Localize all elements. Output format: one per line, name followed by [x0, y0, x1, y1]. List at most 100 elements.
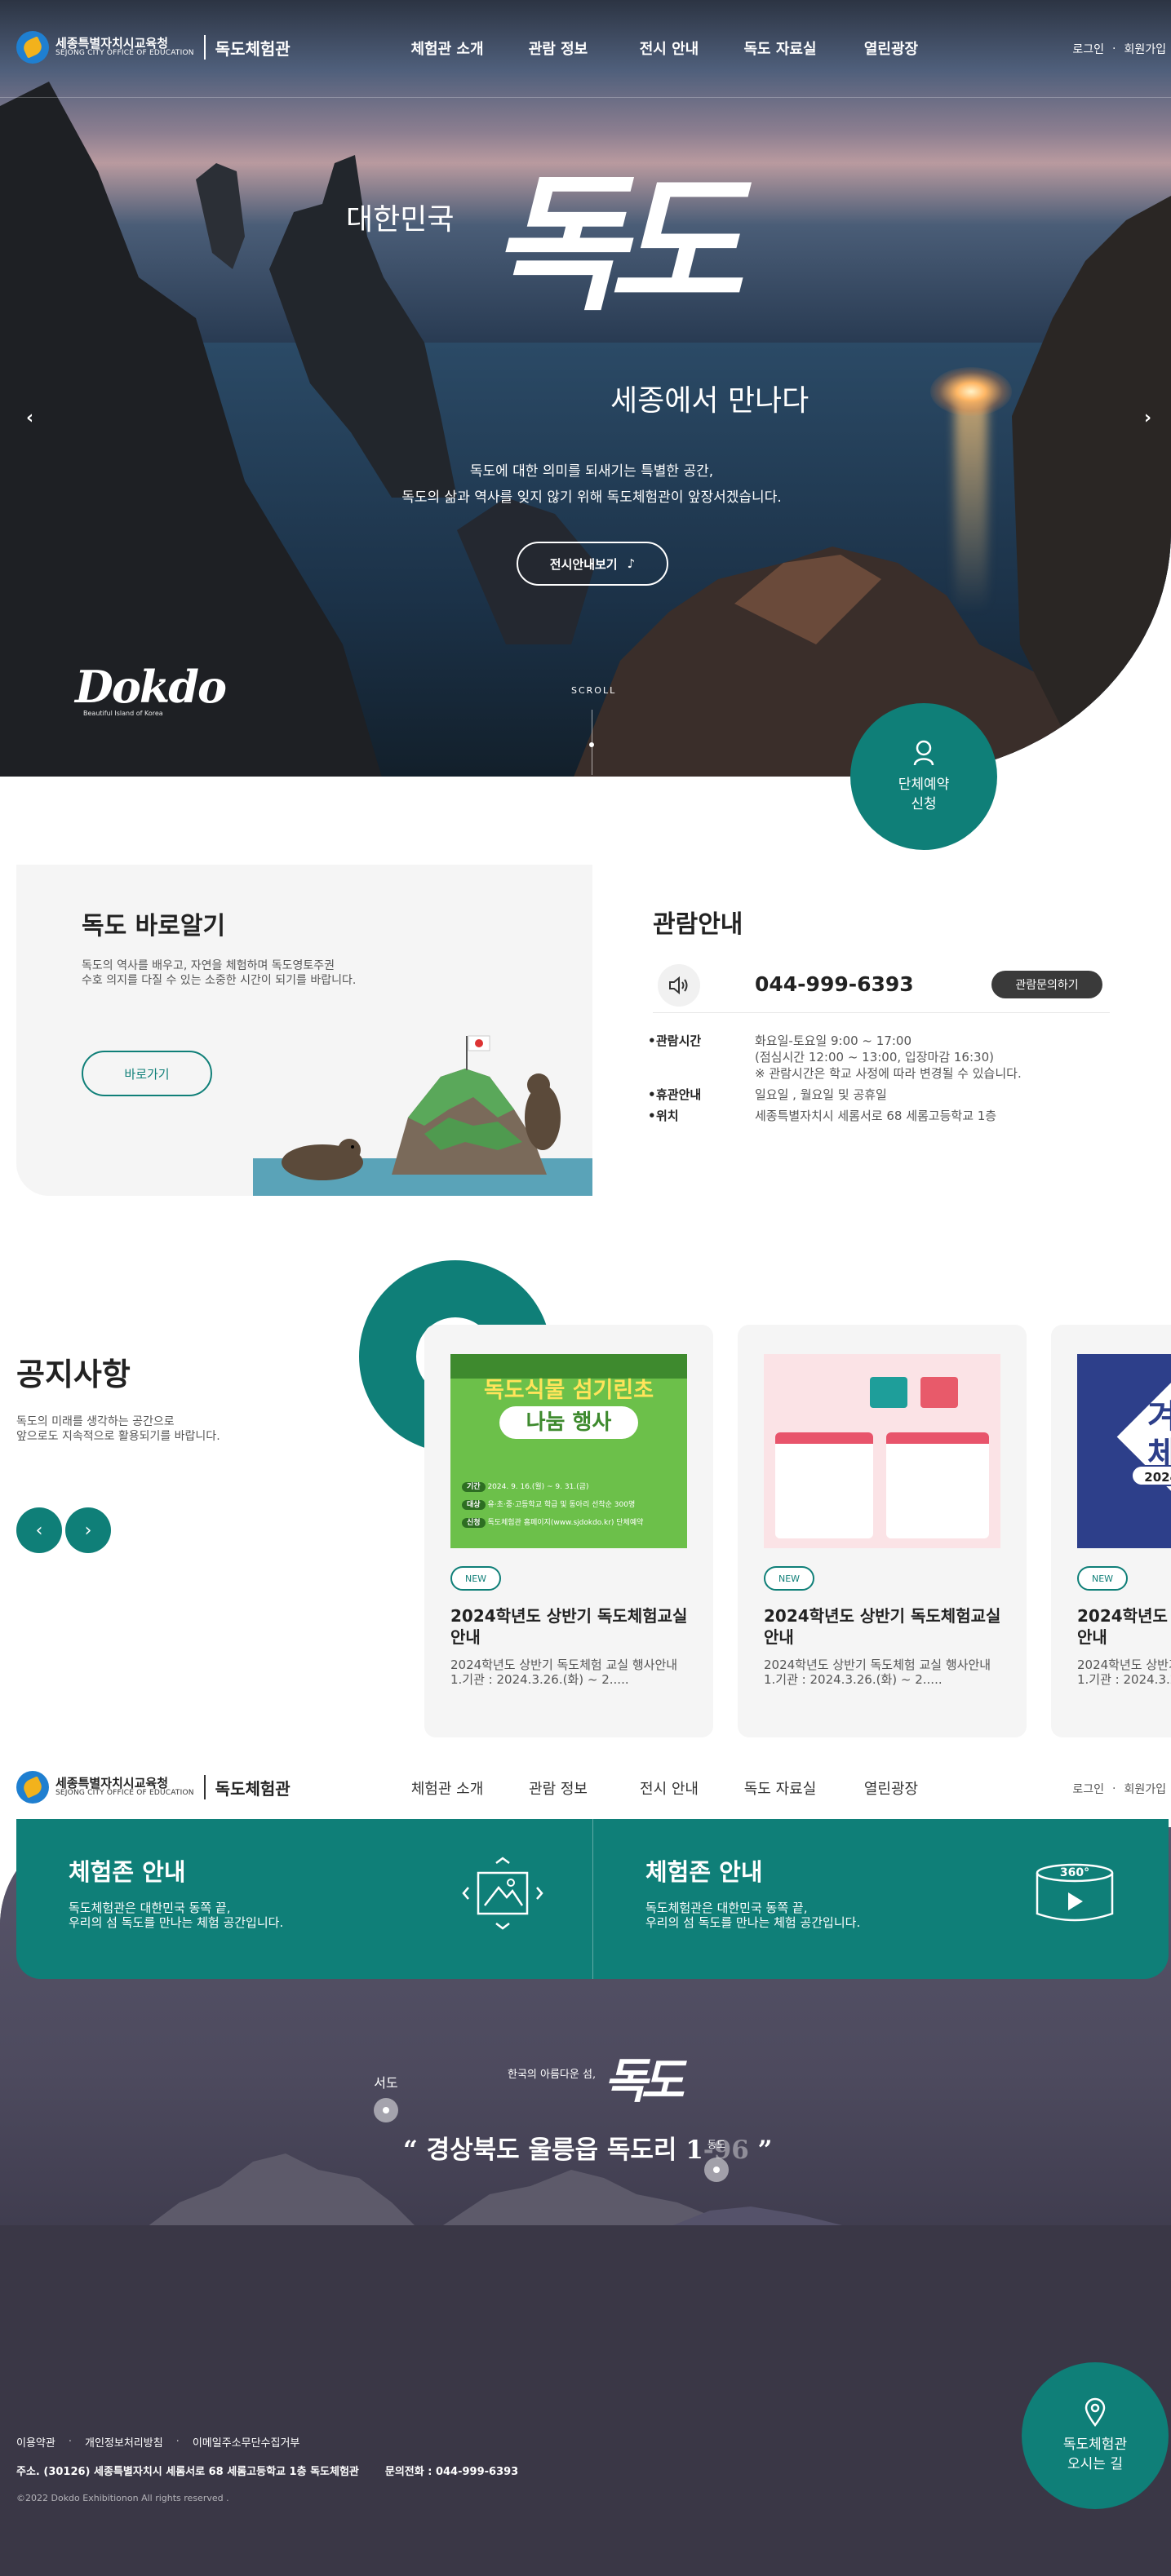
logo-org-name: 세종특별자치시교육청	[55, 35, 169, 51]
login-link[interactable]: 로그인	[1072, 41, 1104, 57]
reserve-label-line: 단체예약	[898, 777, 950, 793]
hero-description: 독도에 대한 의미를 되새기는 특별한 공간, 독도의 삶과 역사를 잊지 않기…	[0, 458, 1171, 511]
notice-card-desc: 2024학년도 상반기 1.기관 : 2024.3.2	[1077, 1658, 1171, 1687]
intro-card: 독도 바로알기 독도의 역사를 배우고, 자연을 체험하며 독도영토주권 수호 …	[16, 865, 592, 1196]
notice-carousel: 독도식물 섬기린초 나눔 행사 기간 2024. 9. 16.(월) ~ 9. …	[424, 1325, 1171, 1737]
nav-item-archive[interactable]: 독도 자료실	[725, 38, 836, 59]
intro-title: 독도 바로알기	[82, 912, 226, 941]
main-nav: 체험관 소개 관람 정보 전시 안내 독도 자료실 열린광장	[392, 1777, 947, 1799]
zone-desc-line: 독도체험관은 대한민국 동쪽 끝,	[69, 1901, 231, 1915]
hero-desc-line: 독도에 대한 의미를 되새기는 특별한 공간,	[469, 463, 714, 480]
visit-key: 관람시간	[648, 1033, 755, 1082]
speaker-icon	[658, 964, 700, 1007]
hero-title-small: 대한민국	[346, 203, 455, 237]
poster-illustration	[870, 1377, 907, 1408]
nav-item-visit-info[interactable]: 관람 정보	[503, 1777, 614, 1799]
group-reservation-button[interactable]: 단체예약 신청	[850, 703, 997, 850]
zone-banner: 체험존 안내 독도체험관은 대한민국 동쪽 끝, 우리의 섬 독도를 만나는 체…	[16, 1819, 1169, 1979]
logo-org-name: 세종특별자치시교육청	[55, 1775, 169, 1790]
zone-desc: 독도체험관은 대한민국 동쪽 끝, 우리의 섬 독도를 만나는 체험 공간입니다…	[645, 1901, 860, 1930]
footer-links: 이용약관 · 개인정보처리방침 · 이메일주소무단수집거부	[16, 2434, 518, 2450]
visit-value-line: 화요일-토요일 9:00 ~ 17:00	[755, 1033, 912, 1048]
visit-row-location: 위치 세종특별자치시 세롬서로 68 세롬고등학교 1층	[648, 1108, 1110, 1124]
nav-item-open-square[interactable]: 열린광장	[836, 1777, 947, 1799]
zone-title: 체험존 안내	[69, 1858, 186, 1886]
footer-link-email-policy[interactable]: 이메일주소무단수집거부	[193, 2434, 300, 2450]
poster-row-key: 대상	[462, 1500, 486, 1510]
visit-phone-row: 044-999-6393 관람문의하기	[653, 964, 1110, 1013]
intro-desc-line: 독도의 역사를 배우고, 자연을 체험하며 독도영토주권	[82, 959, 335, 972]
site-logo[interactable]: 세종특별자치시교육청 SEJONG CITY OFFICE OF EDUCATI…	[16, 31, 291, 64]
footer-address: 주소. (30126) 세종특별자치시 세롬서로 68 세롬고등학교 1층 독도…	[16, 2466, 359, 2478]
hero-section: 대한민국 독도 세종에서 만나다 독도에 대한 의미를 되새기는 특별한 공간,…	[0, 0, 1171, 777]
notice-card-desc-line: 1.기관 : 2024.3.2	[1077, 1672, 1171, 1687]
dokdo-logo-word: Dokdo	[75, 661, 227, 713]
directions-label-line: 오시는 길	[1067, 2456, 1123, 2472]
main-nav: 체험관 소개 관람 정보 전시 안내 독도 자료실 열린광장	[392, 38, 947, 59]
visit-value: 화요일-토요일 9:00 ~ 17:00 (점심시간 12:00 ~ 13:00…	[755, 1033, 1110, 1082]
intro-go-button[interactable]: 바로가기	[82, 1051, 212, 1096]
nav-item-exhibit[interactable]: 전시 안내	[614, 1777, 725, 1799]
notice-thumbnail: 겨 체 2024.	[1077, 1354, 1171, 1548]
dokdo-logo-tagline: Beautiful Island of Korea	[83, 710, 163, 717]
directions-button[interactable]: 독도체험관 오시는 길	[1022, 2362, 1169, 2509]
notice-card-title: 2024학년도 상반기 독도체험교실 안내	[1077, 1606, 1171, 1647]
footer-link-terms[interactable]: 이용약관	[16, 2434, 55, 2450]
scroll-label: SCROLL	[571, 685, 617, 696]
intro-desc-line: 수호 의지를 다질 수 있는 소중한 시간이 되기를 바랍니다.	[82, 974, 357, 987]
vr-360-icon: 360°	[1036, 1863, 1114, 1922]
zone-item-exhibit[interactable]: 체험존 안내 독도체험관은 대한민국 동쪽 끝, 우리의 섬 독도를 만나는 체…	[16, 1819, 592, 1979]
login-link[interactable]: 로그인	[1072, 1781, 1104, 1797]
signup-link[interactable]: 회원가입	[1124, 41, 1166, 57]
quote-close: ”	[748, 2136, 773, 2165]
reserve-label-line: 신청	[911, 796, 937, 812]
exhibit-guide-button[interactable]: 전시안내보기 ♪	[517, 542, 668, 586]
nav-item-exhibit[interactable]: 전시 안내	[614, 38, 725, 59]
hero-next-icon[interactable]: ›	[1144, 408, 1151, 428]
zone-item-vr[interactable]: 체험존 안내 독도체험관은 대한민국 동쪽 끝, 우리의 섬 독도를 만나는 체…	[592, 1819, 1169, 1979]
nav-item-about[interactable]: 체험관 소개	[392, 38, 503, 59]
hero-prev-icon[interactable]: ‹	[26, 408, 33, 428]
nav-item-visit-info[interactable]: 관람 정보	[503, 38, 614, 59]
poster-title-line: 독도식물 섬기린초	[483, 1378, 654, 1403]
signup-link[interactable]: 회원가입	[1124, 1781, 1166, 1797]
pin-label: 서도	[374, 2075, 398, 2091]
pin-dongdo[interactable]: 동도	[704, 2137, 729, 2182]
visit-inquiry-button[interactable]: 관람문의하기	[991, 971, 1102, 998]
visit-info: 관람안내 044-999-6393 관람문의하기 관람시간 화요일-토요일 9:…	[648, 904, 1110, 1129]
quote-text: “ 경상북도 울릉읍 독도리 1	[403, 2136, 703, 2165]
visit-row-hours: 관람시간 화요일-토요일 9:00 ~ 17:00 (점심시간 12:00 ~ …	[648, 1033, 1110, 1082]
hero-title-sub: 세종에서 만나다	[610, 384, 809, 418]
notice-card-desc-line: 2024학년도 상반기 독도체험 교실 행사안내	[450, 1658, 678, 1672]
logo-text: 세종특별자치시교육청 SEJONG CITY OFFICE OF EDUCATI…	[55, 37, 194, 58]
footer-link-privacy[interactable]: 개인정보처리방침	[85, 2434, 163, 2450]
notice-card[interactable]: NEW 2024학년도 상반기 독도체험교실 안내 2024학년도 상반기 독도…	[738, 1325, 1027, 1737]
dokdo-logo: Dokdo Beautiful Island of Korea	[75, 661, 227, 717]
site-logo[interactable]: 세종특별자치시교육청 SEJONG CITY OFFICE OF EDUCATI…	[16, 1771, 291, 1804]
hero-title-calligraphy: 독도	[490, 158, 743, 330]
location-calligraphy: 독도	[604, 2053, 685, 2109]
notice-card[interactable]: 겨 체 2024. NEW 2024학년도 상반기 독도체험교실 안내 2024…	[1051, 1325, 1171, 1737]
office-emblem-icon	[16, 31, 49, 64]
poster-title-line: 나눔 행사	[499, 1406, 638, 1439]
pin-seodo[interactable]: 서도	[374, 2072, 398, 2122]
notice-card-title: 2024학년도 상반기 독도체험교실 안내	[450, 1606, 688, 1647]
nav-item-about[interactable]: 체험관 소개	[392, 1777, 503, 1799]
nav-item-open-square[interactable]: 열린광장	[836, 38, 947, 59]
nav-item-archive[interactable]: 독도 자료실	[725, 1777, 836, 1799]
logo-site-name: 독도체험관	[215, 38, 291, 59]
notice-card-desc: 2024학년도 상반기 독도체험 교실 행사안내 1.기관 : 2024.3.2…	[764, 1658, 1009, 1687]
scroll-dot	[589, 742, 594, 747]
poster-text: 2024.	[1131, 1465, 1171, 1486]
footer-phone: 문의전화 : 044-999-6393	[384, 2466, 519, 2478]
poster-panel	[886, 1432, 989, 1538]
intro-description: 독도의 역사를 배우고, 자연을 체험하며 독도영토주권 수호 의지를 다질 수…	[82, 958, 356, 988]
notice-prev-button[interactable]: ‹	[16, 1507, 62, 1553]
directions-label: 독도체험관 오시는 길	[1063, 2435, 1127, 2474]
notice-thumbnail	[764, 1354, 1000, 1548]
notice-card[interactable]: 독도식물 섬기린초 나눔 행사 기간 2024. 9. 16.(월) ~ 9. …	[424, 1325, 713, 1737]
notice-next-button[interactable]: ›	[65, 1507, 111, 1553]
poster-panel	[775, 1432, 873, 1538]
notice-desc-line: 독도의 미래를 생각하는 공간으로	[16, 1415, 175, 1428]
visit-row-closed: 휴관안내 일요일 , 월요일 및 공휴일	[648, 1087, 1110, 1103]
